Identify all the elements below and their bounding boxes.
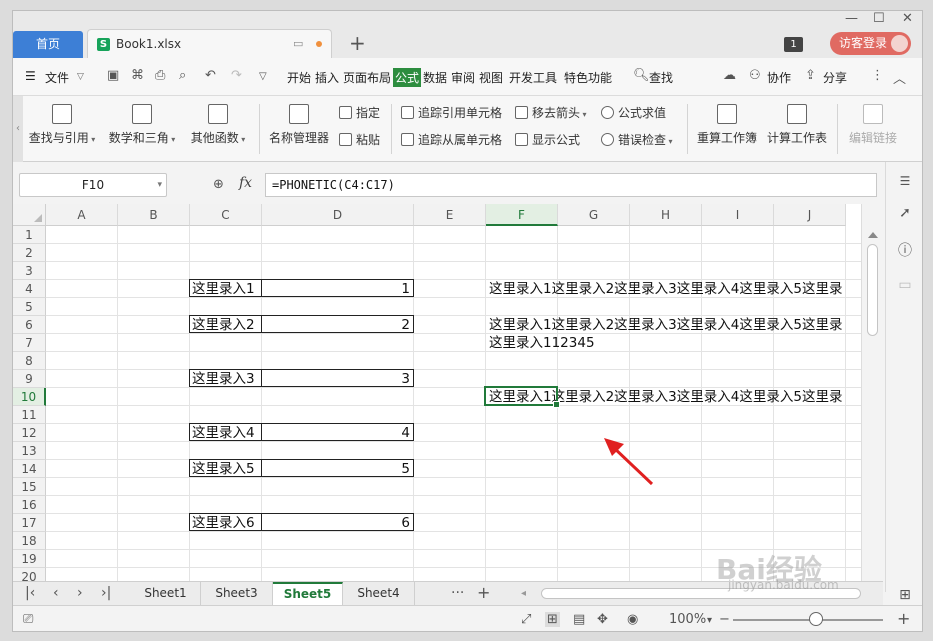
- red-arrow-annotation: [604, 438, 654, 486]
- baidu-watermark-url: jingyan.baidu.com: [728, 578, 839, 592]
